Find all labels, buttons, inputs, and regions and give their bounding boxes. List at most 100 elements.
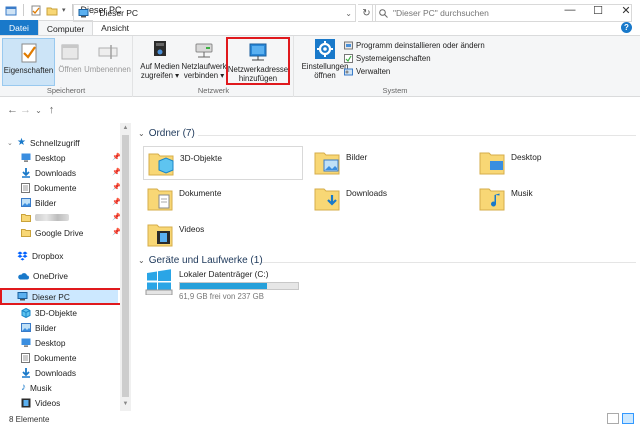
sidebar-scrollbar[interactable]: ▲ ▼ — [120, 123, 131, 411]
folder-documents[interactable]: Dokumente — [147, 184, 221, 212]
folder-pictures[interactable]: Bilder — [314, 148, 367, 176]
recent-locations-icon[interactable]: ⌄ — [32, 106, 45, 115]
open-settings-button[interactable]: Einstellungen öffnen — [302, 38, 348, 80]
document-icon — [21, 352, 30, 363]
settings-label-2: öffnen — [314, 71, 336, 80]
search-icon — [379, 8, 388, 18]
sidebar-item-music[interactable]: ♪ Musik — [21, 380, 52, 395]
folders-section-header[interactable]: ⌄ Ordner (7) — [138, 128, 195, 139]
access-media-button[interactable]: Auf Medien zugreifen ▾ — [136, 38, 184, 80]
scroll-down-icon[interactable]: ▼ — [120, 401, 131, 407]
document-icon — [21, 182, 30, 193]
sidebar-item-documents-pc[interactable]: Dokumente — [21, 350, 76, 365]
folder-downloads[interactable]: Downloads — [314, 184, 387, 212]
ribbon-tabs: Datei Computer Ansicht — [0, 20, 640, 36]
rename-label: Umbenennen — [84, 65, 131, 74]
status-bar: 8 Elemente — [0, 411, 640, 428]
drives-section-header[interactable]: ⌄ Geräte und Laufwerke (1) — [138, 255, 263, 266]
open-button[interactable]: Öffnen — [57, 38, 83, 86]
sidebar-item-pictures-pc[interactable]: Bilder — [21, 320, 56, 335]
sidebar-item-label: Musik — [30, 382, 52, 393]
manage-button[interactable]: Verwalten — [344, 66, 485, 76]
sidebar-item-quick-access[interactable]: ⌄ ★ Schnellzugriff — [7, 135, 80, 150]
sidebar-item-documents[interactable]: Dokumente — [21, 180, 76, 195]
map-drive-label-1: Netzlaufwerk — [181, 62, 227, 71]
network-location-icon — [249, 43, 267, 61]
sidebar-item-label: Dokumente — [34, 352, 77, 363]
sidebar-item-onedrive[interactable]: OneDrive — [17, 268, 68, 283]
sidebar-item-label: Google Drive — [35, 227, 84, 238]
music-folder-icon — [479, 188, 505, 211]
address-dropdown-icon[interactable]: ⌄ — [345, 9, 352, 18]
desktop-icon — [21, 153, 31, 162]
scrollbar-thumb[interactable] — [122, 135, 129, 397]
sidebar-item-redacted-folder[interactable] — [21, 210, 69, 225]
group-label-network: Netzwerk — [197, 86, 230, 95]
folder-label: Desktop — [511, 152, 542, 162]
sidebar-item-dropbox[interactable]: Dropbox — [17, 248, 63, 263]
sidebar-item-desktop-pc[interactable]: Desktop — [21, 335, 65, 350]
help-icon[interactable]: ? — [621, 22, 632, 33]
up-arrow-icon[interactable]: ↑ — [45, 104, 58, 116]
sidebar-item-google-drive[interactable]: Google Drive — [21, 225, 83, 240]
chevron-down-icon[interactable]: ⌄ — [7, 139, 13, 147]
search-box[interactable] — [372, 4, 632, 22]
properties-button[interactable]: Eigenschaften — [2, 38, 55, 86]
properties-quick-icon[interactable] — [30, 5, 42, 16]
system-properties-button[interactable]: Systemeigenschaften — [344, 53, 485, 63]
quick-access-dropdown-icon[interactable]: ▾ — [62, 6, 66, 14]
folder-desktop[interactable]: Desktop — [479, 148, 541, 176]
sidebar-item-desktop[interactable]: Desktop — [21, 150, 65, 165]
sidebar-item-label: Dokumente — [34, 182, 77, 193]
folder-label: Musik — [511, 188, 533, 198]
music-note-icon: ♪ — [21, 382, 26, 393]
3d-objects-icon — [21, 307, 31, 318]
sidebar-item-pictures[interactable]: Bilder — [21, 195, 56, 210]
add-network-location-button[interactable]: Netzwerkadresse hinzufügen — [226, 37, 290, 85]
group-network: Auf Medien zugreifen ▾ Netzlaufwerk verb… — [134, 36, 294, 97]
uninstall-program-button[interactable]: Programm deinstallieren oder ändern — [344, 40, 485, 50]
download-arrow-icon — [22, 367, 30, 378]
sidebar-item-downloads-pc[interactable]: Downloads — [21, 365, 76, 380]
sidebar-item-label: Dropbox — [32, 250, 64, 261]
scroll-up-icon[interactable]: ▲ — [120, 125, 131, 131]
forward-arrow-icon[interactable]: → — [19, 104, 32, 116]
new-folder-quick-icon[interactable] — [46, 5, 58, 16]
navigation-bar: ← → ⌄ ↑ — [0, 97, 640, 123]
properties-icon — [21, 43, 36, 63]
chevron-down-icon[interactable]: ⌄ — [138, 129, 145, 138]
tab-computer[interactable]: Computer — [37, 20, 94, 36]
details-view-icon[interactable] — [607, 413, 619, 424]
settings-gear-icon — [315, 39, 335, 59]
breadcrumb[interactable]: Dieser PC — [99, 8, 138, 18]
tiles-view-icon[interactable] — [622, 413, 634, 424]
add-network-label-1: Netzwerkadresse — [227, 65, 289, 74]
sidebar-item-downloads[interactable]: Downloads — [21, 165, 76, 180]
media-icon — [154, 41, 166, 56]
drive-c[interactable]: Lokaler Datenträger (C:) 61,9 GB frei vo… — [145, 269, 299, 301]
downloads-folder-icon — [314, 188, 340, 211]
sidebar-item-label: Downloads — [35, 367, 77, 378]
address-bar[interactable]: › Dieser PC ⌄ — [73, 4, 356, 22]
back-arrow-icon[interactable]: ← — [6, 104, 19, 116]
tab-view[interactable]: Ansicht — [93, 20, 137, 36]
sidebar-item-label: Downloads — [35, 167, 77, 178]
network-drive-icon — [195, 43, 213, 58]
sidebar-item-videos[interactable]: Videos — [21, 395, 60, 410]
sidebar-item-label: Videos — [35, 397, 61, 408]
divider — [262, 262, 636, 263]
folder-3d-objects[interactable]: 3D-Objekte — [143, 146, 303, 180]
map-network-drive-button[interactable]: Netzlaufwerk verbinden ▾ — [181, 38, 227, 80]
drive-usage-fill — [180, 283, 268, 289]
manage-icon — [344, 68, 353, 75]
folder-videos[interactable]: Videos — [147, 220, 204, 248]
sidebar-item-3d-objects[interactable]: 3D-Objekte — [21, 305, 77, 320]
tab-file[interactable]: Datei — [0, 20, 38, 36]
rename-button[interactable]: Umbenennen — [84, 38, 131, 86]
chevron-down-icon[interactable]: ⌄ — [138, 256, 145, 265]
folder-music[interactable]: Musik — [479, 184, 533, 212]
videos-folder-icon — [147, 224, 173, 247]
documents-folder-icon — [147, 188, 173, 211]
divider — [198, 135, 636, 136]
search-input[interactable] — [393, 8, 623, 18]
